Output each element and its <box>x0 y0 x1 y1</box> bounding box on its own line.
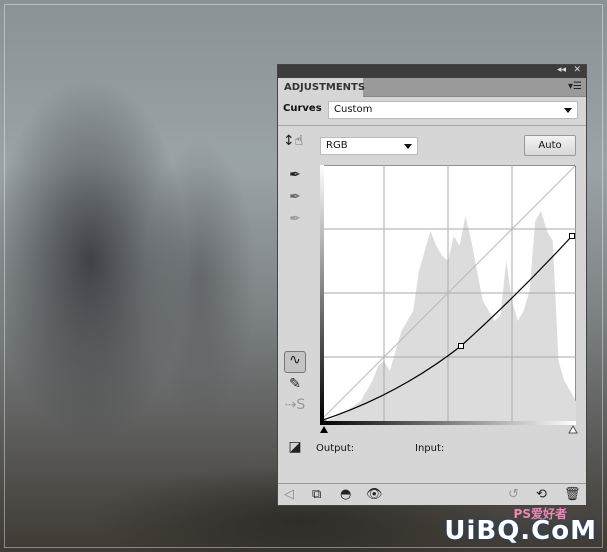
bottom-toolbar: ◁ ⧉ ◓ 👁 ↺ ⟲ 🗑 <box>278 483 586 505</box>
divider <box>278 125 586 126</box>
view-previous-icon[interactable]: ↺ <box>508 487 519 502</box>
panel-menu-icon[interactable]: ▾☰ <box>568 81 582 92</box>
back-arrow-icon[interactable]: ◁ <box>284 487 294 502</box>
curve-point-tool-icon[interactable]: ∿ <box>284 351 306 373</box>
channel-value: RGB <box>326 140 348 151</box>
auto-button[interactable]: Auto <box>524 135 576 156</box>
input-gradient-bar <box>320 421 578 434</box>
chevron-down-icon <box>404 144 412 149</box>
channel-select[interactable]: RGB <box>320 137 418 155</box>
preset-value: Custom <box>334 104 373 115</box>
clipping-warning-icon[interactable]: ◪ <box>284 439 306 455</box>
reset-icon[interactable]: ⟲ <box>536 487 547 502</box>
preset-select[interactable]: Custom <box>328 101 578 119</box>
input-label: Input: <box>415 443 445 454</box>
close-icon[interactable]: ✕ <box>573 65 581 75</box>
output-gradient-bar <box>320 165 324 421</box>
adjustments-panel: ◂◂ ✕ ADJUSTMENTS ▾☰ Curves Custom ↕☝ RGB… <box>277 64 587 506</box>
pencil-icon[interactable]: ✎ <box>284 376 306 392</box>
curves-label: Curves <box>283 103 322 114</box>
hand-adjust-icon[interactable]: ↕☝ <box>282 133 304 149</box>
tab-adjustments[interactable]: ADJUSTMENTS <box>278 78 365 97</box>
curve-point[interactable] <box>569 233 575 239</box>
panel-titlebar: ◂◂ ✕ <box>278 65 586 78</box>
black-eyedropper-icon[interactable]: ✒ <box>284 167 306 183</box>
white-point-slider[interactable] <box>568 424 578 434</box>
eye-icon[interactable]: 👁 <box>366 487 383 502</box>
layer-visibility-toggle-icon[interactable]: ◓ <box>340 487 351 502</box>
watermark: UiBQ.CoM <box>444 516 597 546</box>
output-label: Output: <box>316 443 355 454</box>
black-point-slider[interactable] <box>320 426 328 433</box>
smooth-curve-icon[interactable]: ⇢S <box>284 397 306 413</box>
curve-point[interactable] <box>458 343 464 349</box>
collapse-icon[interactable]: ◂◂ <box>557 65 566 75</box>
trash-icon[interactable]: 🗑 <box>564 487 581 502</box>
clip-to-layer-icon[interactable]: ⧉ <box>312 487 321 502</box>
tab-row: ADJUSTMENTS ▾☰ <box>278 78 586 97</box>
curves-graph[interactable] <box>320 165 576 421</box>
white-eyedropper-icon[interactable]: ✒ <box>284 211 306 227</box>
chevron-down-icon <box>564 108 572 113</box>
gray-eyedropper-icon[interactable]: ✒ <box>284 189 306 205</box>
